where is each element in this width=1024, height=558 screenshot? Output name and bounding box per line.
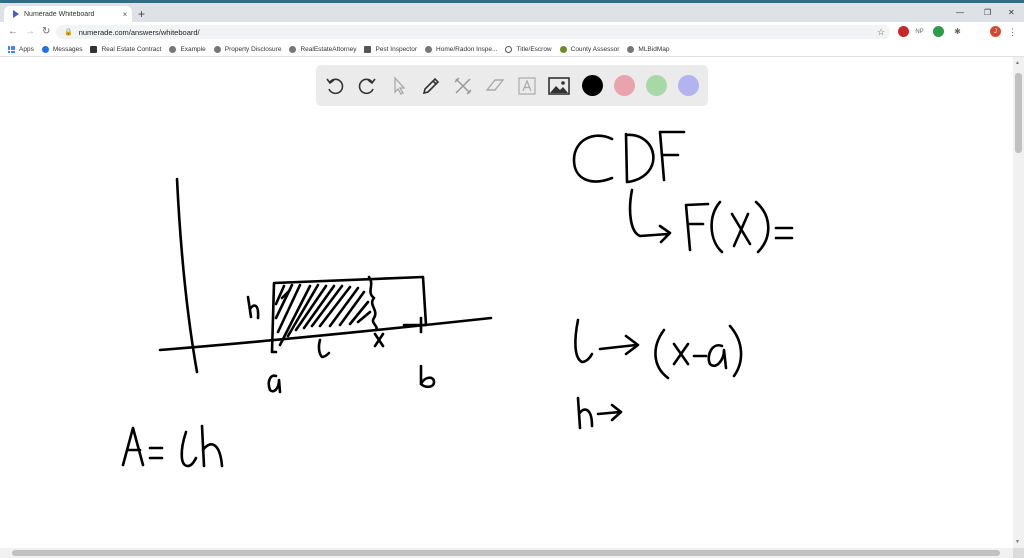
ink-h-label [246,295,260,320]
ink-l-label [317,338,331,359]
ink-h-formula [200,424,224,468]
ink-equals2 [774,226,794,240]
horizontal-scroll-thumb[interactable] [12,550,1000,556]
vertical-scrollbar[interactable]: ▲ ▼ [1013,57,1024,548]
ink-x2 [730,212,752,248]
ink-b-label [419,364,436,389]
ink-D [624,132,655,184]
ink-equals [148,446,164,460]
ink-l-formula [180,430,198,468]
ink-a2 [707,344,728,370]
scroll-up-icon[interactable]: ▲ [1015,60,1020,66]
ink-hook-arrow [628,188,672,244]
scroll-down-icon[interactable]: ▼ [1015,539,1020,545]
horizontal-scrollbar[interactable] [0,548,1013,558]
ink-x3 [672,342,690,366]
ink-close-paren [754,200,770,254]
ink-C [572,134,614,183]
vertical-scroll-thumb[interactable] [1015,73,1022,153]
ink-x-label [373,332,385,348]
ink-open-paren [710,200,724,254]
ink-close-paren2 [728,324,743,378]
ink-A [121,426,145,467]
ink-h2 [576,396,594,430]
ink-x-axis [158,316,493,352]
ink-a-label [267,374,282,394]
ink-arrow3 [596,403,623,422]
ink-open-paren2 [654,328,670,380]
ink-y-axis [175,177,199,374]
ink-arrow2 [598,334,640,356]
ink-l2 [574,318,594,364]
ink-F2 [684,202,710,252]
whiteboard-drawing [121,130,794,468]
ink-shade-boundary [367,275,378,332]
ink-F [658,130,686,182]
scrollbar-corner [1013,548,1024,558]
